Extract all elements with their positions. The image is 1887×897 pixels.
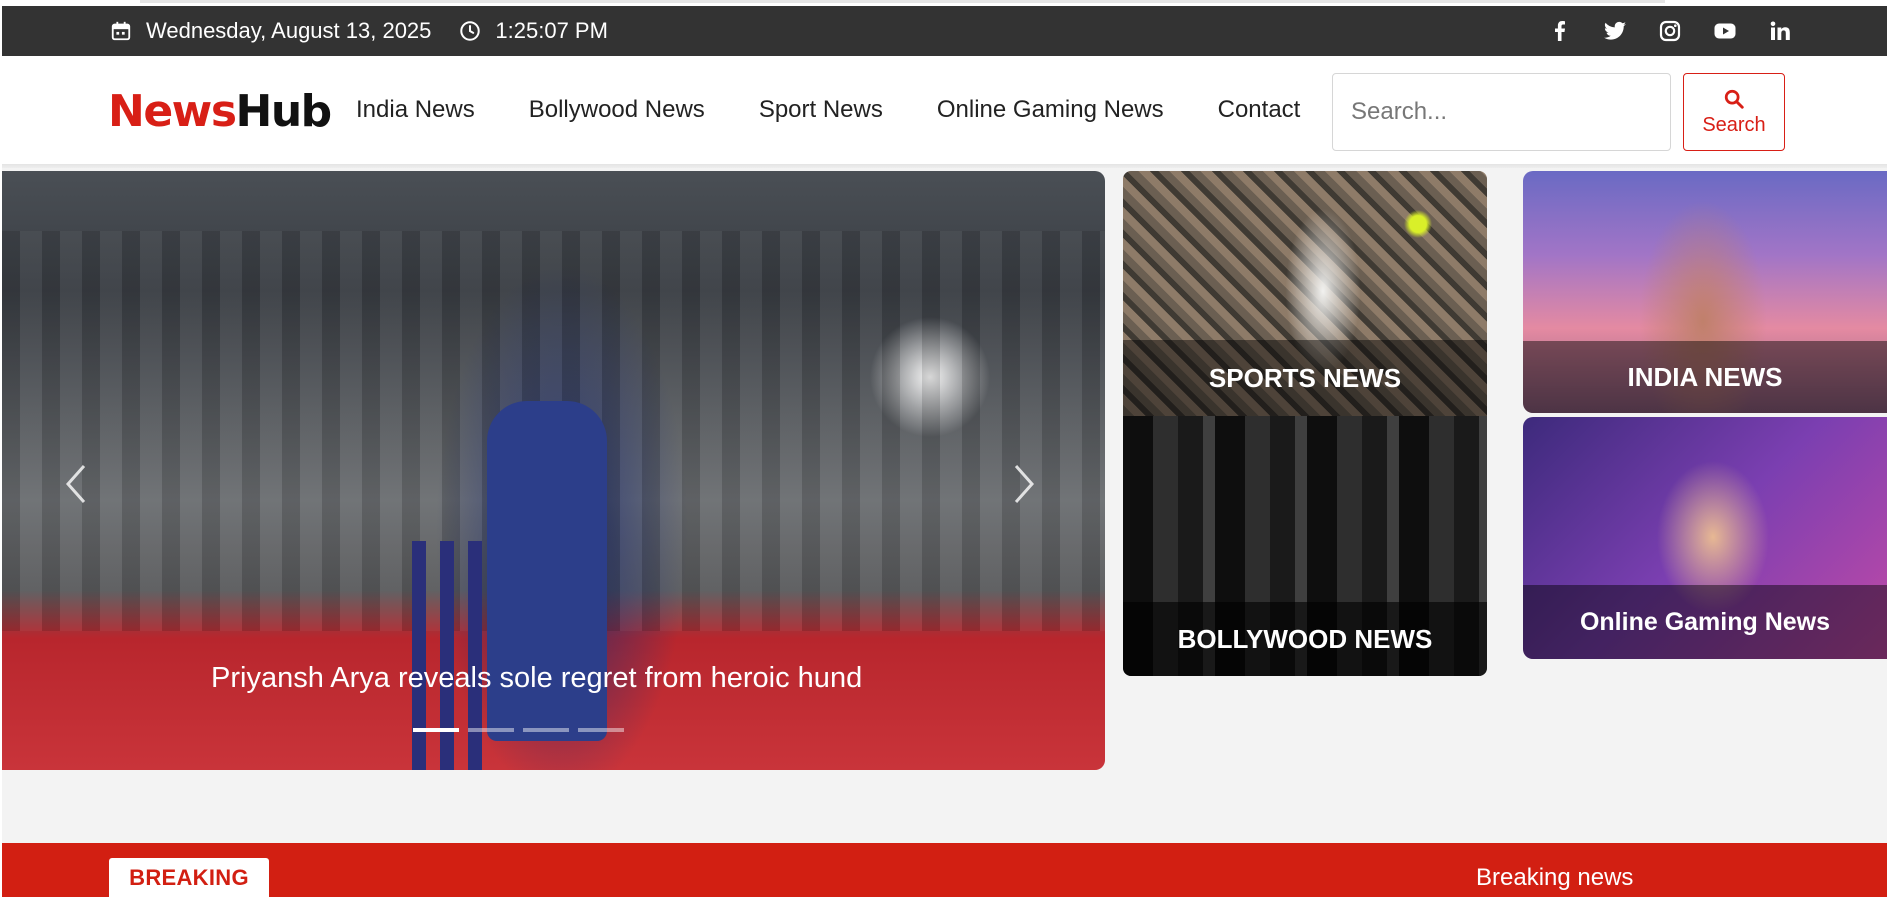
nav-online-gaming-news[interactable]: Online Gaming News — [937, 96, 1164, 124]
search-button[interactable]: Search — [1683, 73, 1785, 151]
youtube-icon — [1714, 23, 1735, 39]
youtube-link[interactable] — [1697, 6, 1752, 56]
chevron-right-icon — [1014, 465, 1035, 503]
date-text: Wednesday, August 13, 2025 — [146, 18, 432, 43]
breaking-tag: BREAKING — [109, 858, 269, 897]
linkedin-icon — [1770, 21, 1790, 40]
hero-slider[interactable]: Priyansh Arya reveals sole regret from h… — [2, 171, 1105, 770]
chevron-left-icon — [65, 465, 86, 503]
tile-label: SPORTS NEWS — [1123, 340, 1487, 416]
slider-dot[interactable] — [578, 728, 624, 732]
main-nav: India News Bollywood News Sport News Onl… — [356, 56, 1354, 164]
twitter-icon — [1603, 21, 1626, 40]
twitter-link[interactable] — [1587, 6, 1642, 56]
slide-caption[interactable]: Priyansh Arya reveals sole regret from h… — [211, 662, 862, 695]
search-icon — [1724, 89, 1744, 109]
facebook-icon — [1554, 21, 1565, 41]
current-date: Wednesday, August 13, 2025 — [110, 18, 431, 44]
main-header: NewsHub India News Bollywood News Sport … — [2, 56, 1887, 164]
slider-dot[interactable] — [413, 728, 459, 732]
category-tile-gaming[interactable]: Online Gaming News — [1523, 417, 1887, 659]
category-tile-sports[interactable]: SPORTS NEWS — [1123, 171, 1487, 416]
breaking-ticker[interactable]: Breaking news — [1476, 858, 1633, 897]
site-logo[interactable]: NewsHub — [108, 86, 333, 137]
instagram-link[interactable] — [1642, 6, 1697, 56]
tile-label: INDIA NEWS — [1523, 341, 1887, 413]
nav-contact[interactable]: Contact — [1218, 96, 1301, 124]
top-edge-line — [140, 0, 1665, 3]
logo-part-news: News — [108, 86, 237, 137]
slider-dot[interactable] — [468, 728, 514, 732]
calendar-icon — [111, 21, 131, 41]
category-tile-bollywood[interactable]: BOLLYWOOD NEWS — [1123, 416, 1487, 676]
nav-sport-news[interactable]: Sport News — [759, 96, 883, 124]
breaking-news-bar: BREAKING Breaking news — [2, 843, 1887, 897]
current-time: 1:25:07 PM — [459, 18, 608, 44]
social-links — [1532, 6, 1807, 56]
nav-bollywood-news[interactable]: Bollywood News — [529, 96, 705, 124]
slide-stumps-graphic — [412, 541, 482, 770]
instagram-icon — [1659, 20, 1680, 42]
search-button-label: Search — [1702, 113, 1766, 136]
facebook-link[interactable] — [1532, 6, 1587, 56]
top-bar: Wednesday, August 13, 2025 1:25:07 PM — [2, 6, 1887, 56]
tile-label: BOLLYWOOD NEWS — [1123, 602, 1487, 676]
category-tile-india[interactable]: INDIA NEWS — [1523, 171, 1887, 413]
slider-dot[interactable] — [523, 728, 569, 732]
nav-india-news[interactable]: India News — [356, 96, 475, 124]
slider-prev-button[interactable] — [56, 454, 96, 514]
linkedin-link[interactable] — [1752, 6, 1807, 56]
slider-next-button[interactable] — [1004, 454, 1044, 514]
tile-label: Online Gaming News — [1523, 585, 1887, 659]
time-text: 1:25:07 PM — [495, 18, 608, 43]
logo-part-hub: Hub — [235, 86, 333, 137]
clock-icon — [460, 21, 481, 41]
search-input[interactable] — [1332, 73, 1671, 151]
slider-indicators — [413, 728, 633, 732]
